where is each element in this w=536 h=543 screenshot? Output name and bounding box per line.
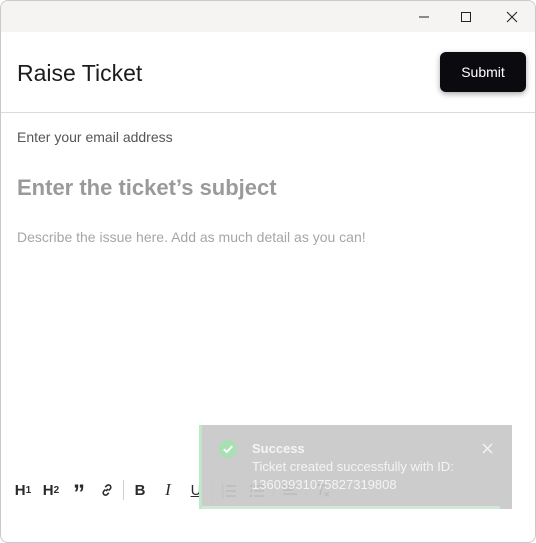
quote-icon: ” [73, 480, 85, 507]
quote-button[interactable]: ” [65, 477, 93, 507]
minimize-button[interactable] [401, 1, 447, 32]
italic-button[interactable]: I [154, 477, 182, 503]
app-window: Raise Ticket Submit H1 H2 ” B I U 123 [0, 0, 536, 543]
toast-close-button[interactable] [482, 441, 493, 459]
heading-1-label: H [14, 481, 26, 499]
close-icon [482, 443, 493, 454]
heading-1-sub: 1 [25, 484, 32, 496]
description-editor[interactable] [17, 229, 517, 419]
toolbar-divider [123, 480, 124, 500]
heading-2-sub: 2 [53, 484, 60, 496]
submit-button[interactable]: Submit [440, 52, 526, 92]
title-bar [1, 1, 535, 32]
link-icon [102, 484, 112, 496]
toast-message: Ticket created successfully with ID: 136… [252, 459, 454, 492]
link-button[interactable] [93, 477, 121, 503]
bold-button[interactable]: B [126, 477, 154, 503]
heading-2-label: H [42, 481, 54, 499]
success-toast: Success Ticket created successfully with… [199, 425, 512, 509]
email-field[interactable] [17, 128, 497, 146]
heading-2-button[interactable]: H2 [37, 477, 65, 503]
subject-field[interactable] [17, 173, 497, 203]
page-title: Raise Ticket [17, 60, 143, 86]
toast-progress-bar [202, 506, 500, 509]
close-icon [506, 11, 518, 22]
maximize-icon [461, 11, 471, 22]
toast-title: Success [252, 441, 305, 456]
close-window-button[interactable] [489, 1, 535, 32]
bold-label: B [134, 481, 146, 499]
heading-1-button[interactable]: H1 [9, 477, 37, 503]
success-check-icon [218, 439, 238, 464]
italic-label: I [165, 480, 171, 499]
maximize-button[interactable] [443, 1, 489, 32]
page-header: Raise Ticket Submit [1, 32, 535, 113]
minimize-icon [419, 16, 429, 17]
